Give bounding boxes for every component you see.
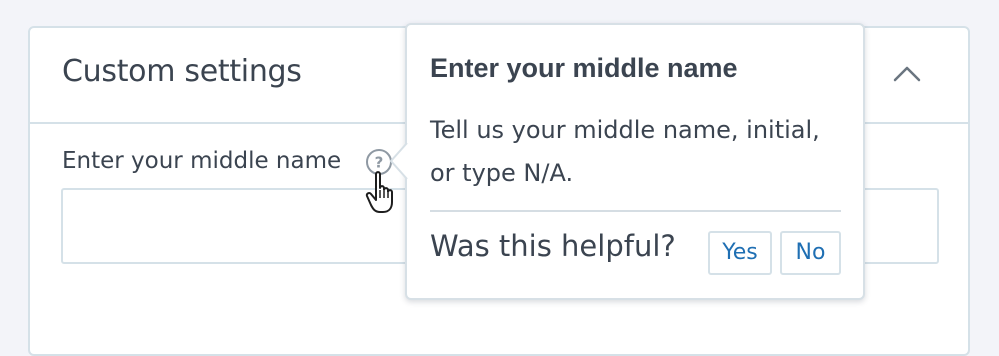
chevron-up-icon[interactable]: [892, 62, 922, 86]
feedback-yes-button[interactable]: Yes: [708, 231, 772, 275]
feedback-question: Was this helpful?: [430, 229, 676, 263]
popover-divider: [430, 210, 841, 212]
panel-title: Custom settings: [62, 54, 302, 89]
popover-body: Tell us your middle name, initial, or ty…: [430, 116, 820, 187]
middle-name-label: Enter your middle name: [62, 148, 342, 174]
feedback-no-button[interactable]: No: [780, 231, 841, 275]
question-circle-icon[interactable]: ?: [364, 147, 394, 177]
popover-title: Enter your middle name: [430, 53, 738, 83]
help-glyph: ?: [375, 154, 384, 172]
help-popover: Enter your middle name Tell us your midd…: [405, 23, 865, 300]
